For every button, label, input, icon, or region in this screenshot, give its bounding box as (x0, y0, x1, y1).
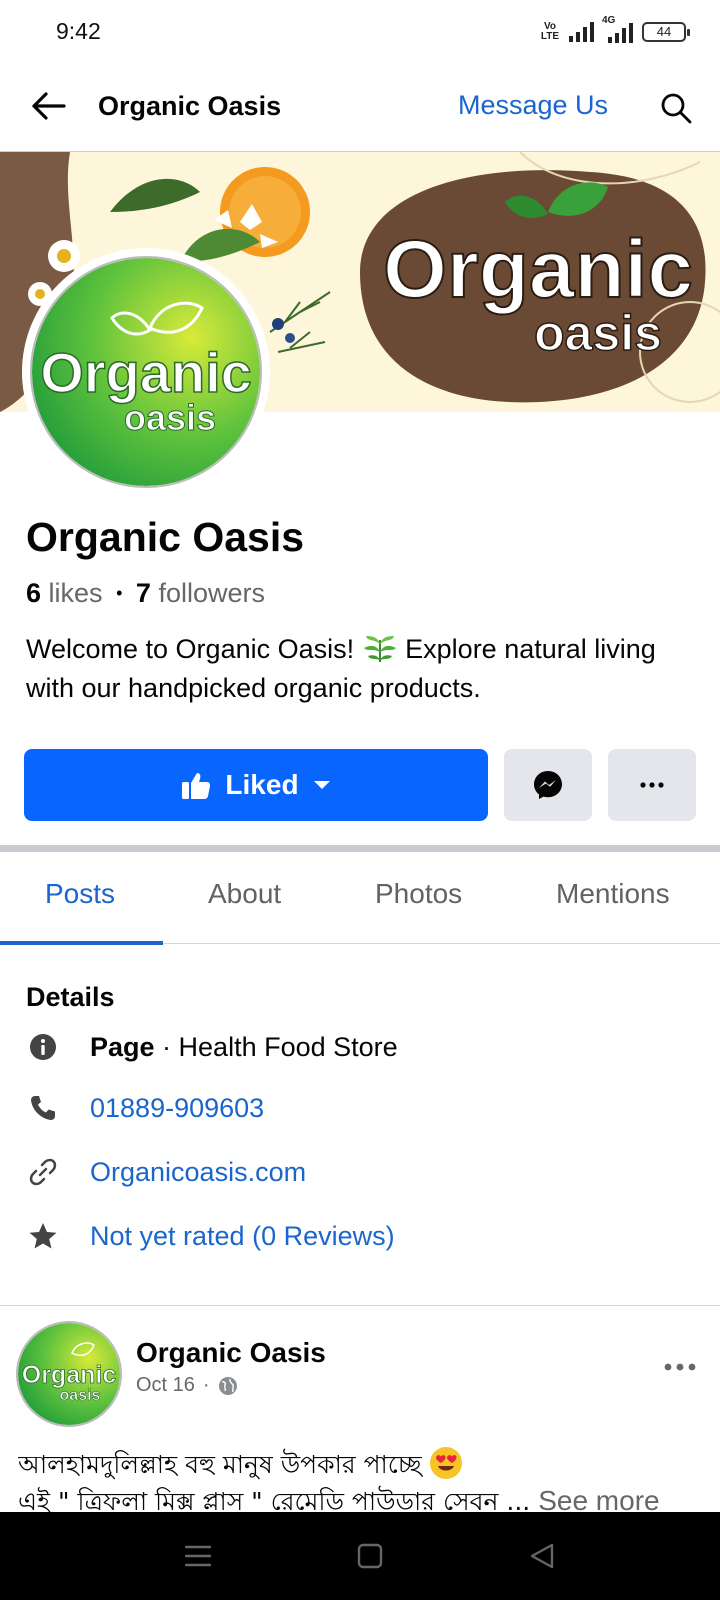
arrow-left-icon (32, 92, 66, 120)
post-text-line-1: আলহামদুলিল্লাহ বহু মানুষ উপকার পাচ্ছে (18, 1450, 422, 1479)
messenger-button[interactable] (504, 749, 592, 821)
detail-phone[interactable]: 01889-909603 (26, 1087, 706, 1131)
page-intro: Welcome to Organic Oasis! Explore natura… (26, 630, 706, 708)
detail-rating[interactable]: Not yet rated (0 Reviews) (26, 1215, 706, 1259)
detail-category: Page · Health Food Store (26, 1026, 706, 1070)
svg-text:oasis: oasis (124, 397, 216, 438)
page-name: Organic Oasis (26, 514, 305, 560)
network-4g-icon: 4G (602, 15, 634, 43)
recent-apps-button[interactable] (176, 1534, 220, 1578)
svg-text:Organic: Organic (22, 1361, 117, 1389)
app-header: Organic Oasis Message Us (0, 64, 720, 152)
star-icon (29, 1223, 57, 1249)
more-horizontal-icon (664, 1363, 696, 1371)
back-button[interactable] (26, 84, 70, 128)
liked-label: Liked (225, 769, 299, 800)
search-icon (661, 93, 692, 124)
more-options-button[interactable] (608, 749, 696, 821)
tab-photos[interactable]: Photos (375, 878, 462, 910)
info-icon (30, 1034, 56, 1060)
profile-logo: Organic oasis (32, 258, 260, 486)
volte-indicator: Vo LTE (540, 21, 560, 42)
section-divider (0, 845, 720, 852)
battery-icon: 44 (642, 22, 690, 42)
website-link[interactable]: Organicoasis.com (90, 1157, 306, 1188)
search-button[interactable] (654, 86, 698, 130)
messenger-icon (534, 771, 562, 799)
category-value: · Health Food Store (154, 1032, 398, 1062)
category-prefix: Page (90, 1032, 155, 1062)
active-tab-indicator (0, 941, 163, 945)
cover-logo-word-2: oasis (534, 305, 662, 361)
thumbs-up-icon (182, 773, 211, 799)
followers-count: 7 (135, 578, 151, 608)
page-stats[interactable]: 6 likes • 7 followers (26, 578, 265, 609)
caret-down-icon (313, 781, 330, 789)
stats-separator: • (116, 583, 123, 603)
intro-text-1: Welcome to Organic Oasis! (26, 634, 355, 664)
post-avatar-logo: Organic oasis (18, 1323, 120, 1425)
svg-text:Organic: Organic (40, 341, 252, 404)
menu-icon (185, 1545, 211, 1567)
status-bar: 9:42 Vo LTE 4G 44 (0, 0, 720, 64)
profile-picture[interactable]: Organic oasis (22, 248, 270, 496)
post-author-avatar[interactable]: Organic oasis (16, 1321, 122, 1427)
tab-about[interactable]: About (208, 878, 281, 910)
phone-icon (31, 1096, 55, 1120)
link-icon (29, 1158, 57, 1186)
post-text: আলহামদুলিল্লাহ বহু মানুষ উপকার পাচ্ছে এই… (18, 1446, 708, 1520)
details-heading: Details (26, 982, 115, 1012)
globe-icon (218, 1376, 237, 1395)
home-square-icon (357, 1543, 383, 1569)
post-options-button[interactable] (660, 1352, 700, 1382)
post-date[interactable]: Oct 16 (136, 1374, 195, 1397)
signal-icon (569, 22, 594, 42)
system-back-button[interactable] (520, 1534, 564, 1578)
message-us-link[interactable]: Message Us (458, 90, 608, 121)
detail-website[interactable]: Organicoasis.com (26, 1151, 706, 1195)
header-title: Organic Oasis (98, 91, 282, 121)
system-nav-bar (0, 1512, 720, 1600)
triangle-back-icon (530, 1543, 554, 1569)
followers-label: followers (158, 578, 265, 608)
svg-text:oasis: oasis (60, 1387, 101, 1404)
likes-count: 6 (26, 578, 42, 608)
post-meta-dot: · (202, 1374, 210, 1396)
more-horizontal-icon (640, 782, 664, 788)
herb-emoji-icon (363, 636, 396, 662)
status-icons: Vo LTE 4G 44 (539, 15, 690, 46)
details-divider (0, 1305, 720, 1306)
likes-label: likes (48, 578, 103, 608)
liked-button[interactable]: Liked (24, 749, 488, 821)
heart-eyes-emoji-icon (430, 1447, 463, 1479)
post-meta: Oct 16 · (136, 1374, 238, 1397)
profile-tabs: Posts About Photos Mentions (0, 852, 720, 945)
phone-number[interactable]: 01889-909603 (90, 1093, 264, 1124)
status-time: 9:42 (56, 18, 101, 44)
home-button[interactable] (348, 1534, 392, 1578)
post-author-name[interactable]: Organic Oasis (136, 1337, 326, 1369)
tab-posts[interactable]: Posts (45, 878, 115, 910)
tab-mentions[interactable]: Mentions (556, 878, 670, 910)
cover-logo-word-1: Organic (383, 224, 693, 315)
rating-link[interactable]: Not yet rated (0 Reviews) (90, 1221, 395, 1252)
